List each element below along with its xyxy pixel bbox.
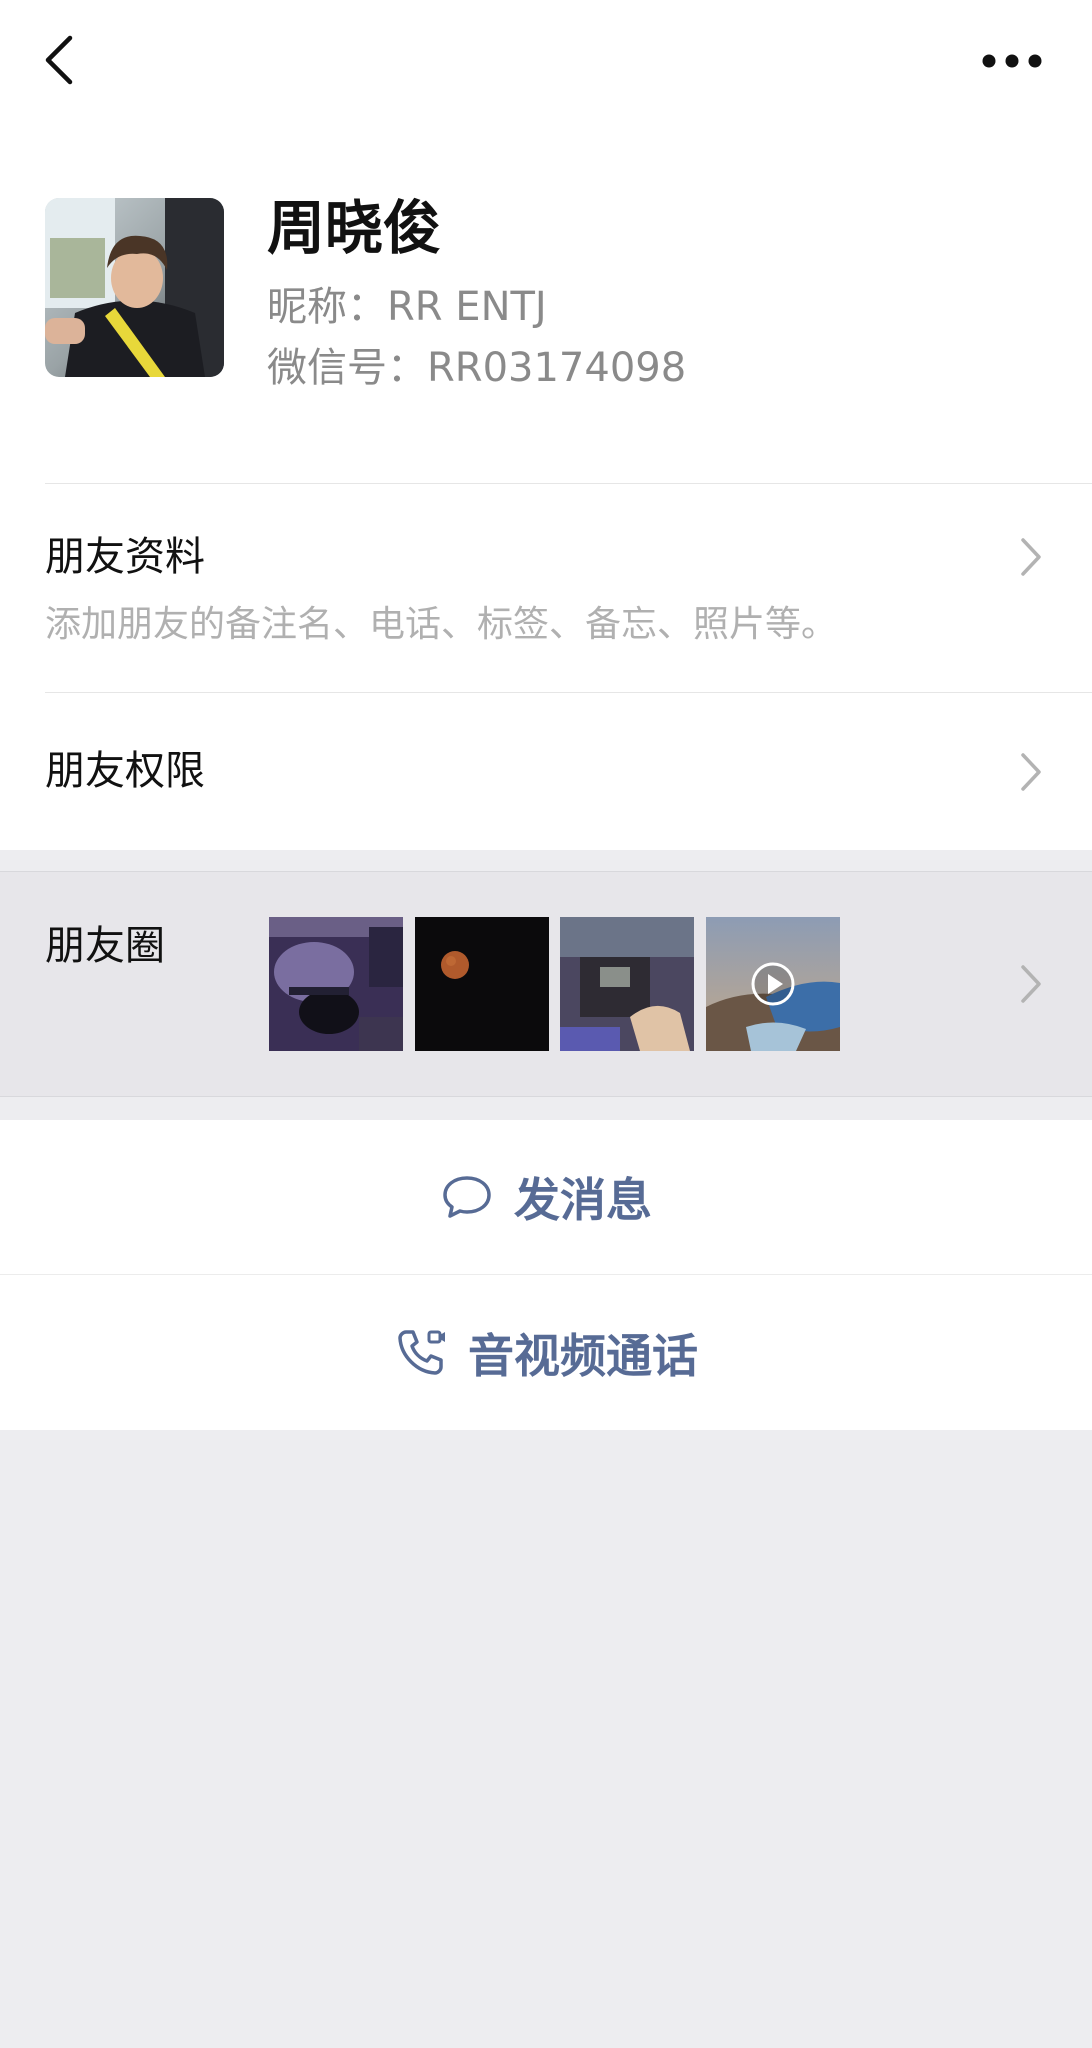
friend-info-subtitle: 添加朋友的备注名、电话、标签、备忘、照片等。 <box>45 604 838 645</box>
moments-thumbnail[interactable] <box>415 917 549 1051</box>
moments-row[interactable]: 朋友圈 <box>0 871 1092 1097</box>
chevron-right-icon <box>1021 965 1041 1003</box>
profile-card: 周晓俊 昵称：RR ENTJ 微信号：RR03174098 朋友资料 添加朋友的… <box>0 0 1092 850</box>
chevron-right-icon <box>1021 753 1041 791</box>
more-dots-icon <box>982 54 1042 68</box>
phone-video-icon <box>398 1330 445 1375</box>
av-call-label: 音视频通话 <box>468 1329 698 1383</box>
more-button[interactable] <box>980 40 1044 80</box>
chevron-right-icon <box>1021 538 1041 576</box>
chevron-left-icon <box>45 35 73 85</box>
chat-bubble-icon <box>443 1176 491 1218</box>
av-call-button[interactable]: 音视频通话 <box>0 1276 1092 1430</box>
friend-permissions-title: 朋友权限 <box>45 748 205 794</box>
back-button[interactable] <box>40 30 80 90</box>
play-icon <box>751 962 795 1006</box>
avatar[interactable] <box>45 198 224 377</box>
moments-thumbnail[interactable] <box>269 917 403 1051</box>
send-message-label: 发消息 <box>514 1173 652 1227</box>
divider <box>0 1274 1092 1275</box>
moments-video-thumbnail[interactable] <box>706 917 840 1051</box>
wechat-id: 微信号：RR03174098 <box>267 345 687 391</box>
friend-info-title: 朋友资料 <box>45 534 205 580</box>
friend-info-row[interactable]: 朋友资料 添加朋友的备注名、电话、标签、备忘、照片等。 <box>0 484 1092 692</box>
moments-thumbnail[interactable] <box>560 917 694 1051</box>
contact-name: 周晓俊 <box>267 194 442 262</box>
nickname: 昵称：RR ENTJ <box>267 284 547 330</box>
moments-title: 朋友圈 <box>45 923 165 969</box>
action-panel: 发消息 音视频通话 <box>0 1120 1092 1430</box>
send-message-button[interactable]: 发消息 <box>0 1120 1092 1274</box>
friend-permissions-row[interactable]: 朋友权限 <box>0 693 1092 850</box>
